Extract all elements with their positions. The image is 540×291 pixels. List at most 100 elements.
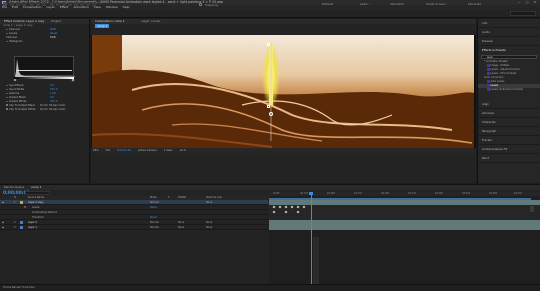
preset-icon <box>487 68 490 71</box>
layer-color-label[interactable] <box>20 201 23 204</box>
help-search-input[interactable] <box>510 11 536 16</box>
timeline-tabs: Render Queue comp 1 <box>0 185 540 190</box>
workspace-standard[interactable]: Standard <box>390 2 404 6</box>
timeline-tracks[interactable] <box>269 192 540 284</box>
track-gap <box>313 237 319 284</box>
snapping-label: Snapping <box>205 2 219 7</box>
panel-paragraph[interactable]: Paragraph <box>478 127 540 136</box>
panel-audio[interactable]: Audio <box>478 28 540 37</box>
ruler-label: 03:15f <box>462 192 470 195</box>
workspace-small-screen[interactable]: Small Screen <box>426 2 446 6</box>
clip-white-checkbox[interactable] <box>6 108 8 110</box>
layer-mode[interactable]: Normal <box>150 225 159 230</box>
brush-tool-icon[interactable] <box>68 2 72 6</box>
effect-icon <box>487 84 490 87</box>
panel-paint[interactable]: Paint <box>478 154 540 163</box>
clone-stamp-tool-icon[interactable] <box>74 2 78 6</box>
layer-end-handle[interactable] <box>530 206 534 212</box>
ruler-label: 01:15f <box>354 192 362 195</box>
chevron-down-icon[interactable] <box>6 32 8 34</box>
viewer-timecode[interactable]: 0;00;00;00 <box>117 149 131 152</box>
layer-color-label[interactable] <box>20 221 23 224</box>
playhead-handle[interactable] <box>309 192 313 195</box>
preset-icon <box>487 72 490 75</box>
eye-icon[interactable]: ◉ <box>2 225 4 230</box>
resolution-dropdown[interactable]: Full <box>106 149 110 152</box>
layer-number: 3 <box>14 226 16 229</box>
magnification-dropdown[interactable]: 25% <box>93 149 99 152</box>
panel-preview[interactable]: Preview <box>478 37 540 46</box>
effects-search-input[interactable]: level <box>481 55 537 59</box>
panel-info[interactable]: Info <box>478 19 540 28</box>
home-icon[interactable] <box>3 2 7 6</box>
zoom-tool-icon[interactable] <box>22 2 26 6</box>
histogram-output-line <box>16 70 72 71</box>
effect-row-histogram[interactable]: Histogram <box>0 40 89 44</box>
tab-composition[interactable]: Composition: comp 1 <box>95 19 125 23</box>
playhead[interactable] <box>311 192 312 284</box>
anchor-point-icon[interactable] <box>269 112 273 116</box>
ruler-label: 0:00f <box>273 192 280 195</box>
layer-parent[interactable]: None <box>206 225 212 230</box>
pan-behind-tool-icon[interactable] <box>42 2 46 6</box>
pen-tool-icon[interactable] <box>56 2 60 6</box>
panel-libraries[interactable]: Libraries <box>478 109 540 118</box>
panel-character[interactable]: Character <box>478 118 540 127</box>
footage-frame <box>92 35 474 148</box>
tab-timeline-comp[interactable]: comp 1 <box>31 185 41 189</box>
ruler-label: 00:15f <box>300 192 308 195</box>
levels-histogram[interactable] <box>14 56 75 77</box>
chevron-down-icon[interactable] <box>6 40 8 42</box>
status-bar: Frame Render Time 0ms <box>0 284 540 290</box>
tab-render-queue[interactable]: Render Queue <box>4 185 24 189</box>
work-area-bar[interactable] <box>269 198 531 200</box>
layer-row[interactable]: ◉ 3 Layer 1 Normal None None <box>0 225 268 230</box>
eraser-tool-icon[interactable] <box>80 2 84 6</box>
ruler-label: 04:00f <box>489 192 497 195</box>
tools-toolbar <box>0 10 540 18</box>
layer-handle-top[interactable] <box>267 43 270 46</box>
layer-list: ◉ 1 Layer 2 copy Normal None fx Levels R… <box>0 200 268 284</box>
clip-black-checkbox[interactable] <box>6 104 8 106</box>
workspace-libraries[interactable]: Libraries <box>468 2 481 6</box>
camera-dropdown[interactable]: Active Camera <box>138 149 157 152</box>
menu-help[interactable]: Help <box>123 5 130 9</box>
menu-window[interactable]: Window <box>106 5 118 9</box>
roto-brush-tool-icon[interactable] <box>86 2 90 6</box>
tab-project[interactable]: Project <box>51 19 61 23</box>
histogram-graph <box>15 59 75 77</box>
panel-align[interactable]: Align <box>478 100 540 109</box>
histogram-gradient <box>14 77 74 79</box>
ruler-label: 02:15f <box>408 192 416 195</box>
layer-color-label[interactable] <box>20 226 23 229</box>
layer-trkmat[interactable]: None <box>178 225 184 230</box>
breadcrumb-comp[interactable]: comp 1 <box>95 24 110 28</box>
layer-bar[interactable] <box>269 225 540 230</box>
layer-name[interactable]: Layer 1 <box>28 225 37 230</box>
ruler-label: 04:15f <box>514 192 522 195</box>
type-tool-icon[interactable] <box>62 2 66 6</box>
selection-tool-icon[interactable] <box>10 2 14 6</box>
puppet-tool-icon[interactable] <box>92 2 96 6</box>
panel-content-aware-fill[interactable]: Content-Aware Fill <box>478 145 540 154</box>
panel-tracker[interactable]: Tracker <box>478 136 540 145</box>
camera-tool-icon[interactable] <box>36 2 40 6</box>
timeline-search-input[interactable] <box>25 191 50 195</box>
views-dropdown[interactable]: 1 View <box>164 149 173 152</box>
workspace-learn[interactable]: Learn <box>360 2 368 6</box>
chevron-down-icon[interactable] <box>6 28 8 30</box>
snapping-checkbox[interactable] <box>199 3 202 6</box>
panel-effects-presets[interactable]: Effects & Presets <box>478 46 540 55</box>
effect-row-clip-output-white[interactable]: Clip To Output White On for 32-bpc Color <box>0 108 90 112</box>
frame-render-time: Frame Render Time 0ms <box>3 286 35 289</box>
hand-tool-icon[interactable] <box>16 2 20 6</box>
rotation-tool-icon[interactable] <box>30 2 34 6</box>
tab-effect-controls[interactable]: Effect Controls: Layer 2 copy <box>4 19 44 23</box>
exposure-value[interactable]: +0.0 <box>179 149 185 152</box>
tab-layer[interactable]: Layer: (none) <box>142 19 161 23</box>
workspace-default[interactable]: Default <box>322 2 333 6</box>
preset-icon <box>487 64 490 67</box>
rectangle-tool-icon[interactable] <box>50 2 54 6</box>
layer-handle-bottom[interactable] <box>267 105 270 108</box>
composition-breadcrumb: comp 1 <box>91 24 476 29</box>
